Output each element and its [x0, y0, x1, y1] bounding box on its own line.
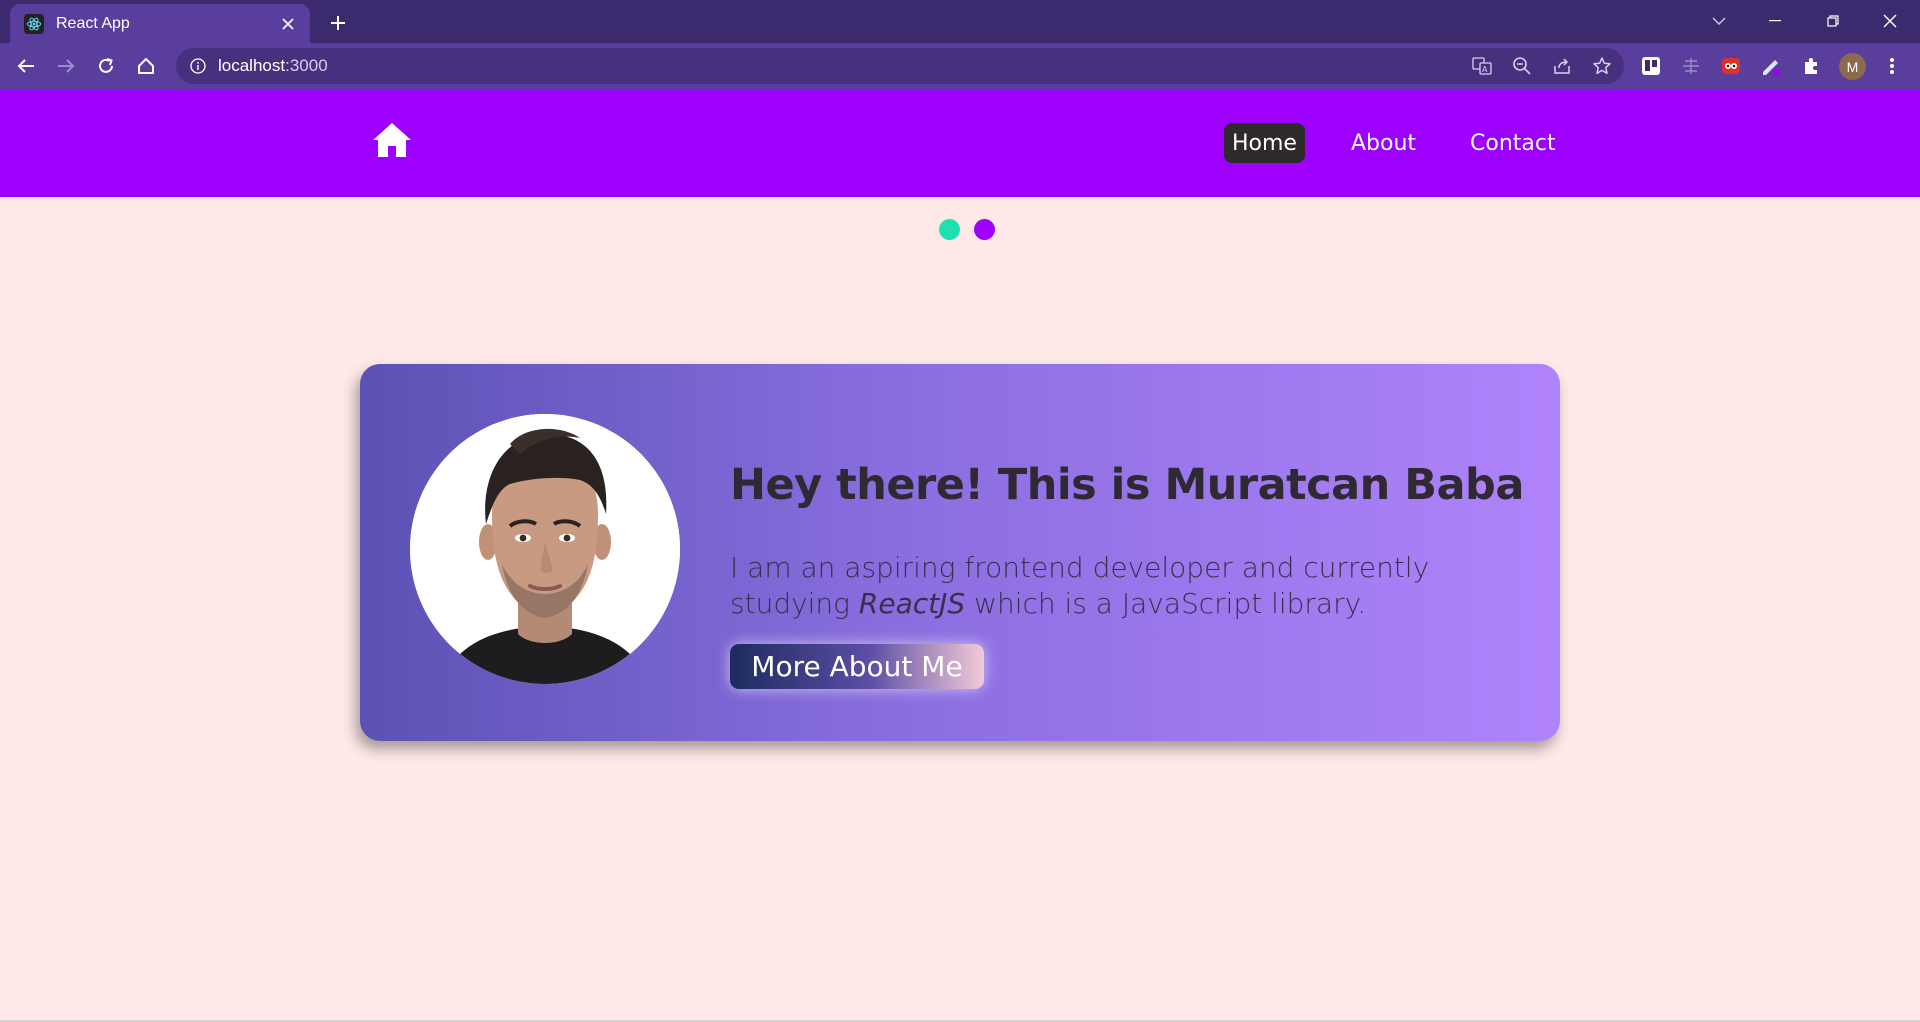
- indicator-dot-teal: [939, 219, 960, 240]
- nav-link-home[interactable]: Home: [1224, 123, 1305, 163]
- nav-link-contact[interactable]: Contact: [1462, 123, 1564, 163]
- extension-pen-icon[interactable]: [1757, 52, 1785, 80]
- home-logo-icon[interactable]: [372, 122, 412, 158]
- profile-photo: [410, 414, 680, 684]
- restore-icon[interactable]: [1810, 6, 1856, 36]
- browser-tab-strip: React App: [0, 0, 1920, 43]
- tab-search-icon[interactable]: [1696, 6, 1742, 36]
- zoom-out-icon[interactable]: [1510, 54, 1534, 78]
- more-about-me-button[interactable]: More About Me: [730, 644, 984, 689]
- react-favicon-icon: [24, 13, 44, 34]
- minimize-icon[interactable]: [1752, 6, 1798, 36]
- browser-toolbar: localhost:3000 A M: [0, 43, 1920, 89]
- home-icon[interactable]: [130, 50, 162, 82]
- extension-trello-icon[interactable]: [1637, 52, 1665, 80]
- share-icon[interactable]: [1550, 54, 1574, 78]
- url-text: localhost:3000: [218, 56, 328, 75]
- tab-title: React App: [56, 14, 130, 32]
- tab-close-icon[interactable]: [278, 14, 298, 34]
- hero-description: I am an aspiring frontend developer and …: [730, 551, 1430, 620]
- hero-card: Hey there! This is Muratcan Baba I am an…: [360, 364, 1560, 741]
- back-arrow-icon[interactable]: [10, 50, 42, 82]
- indicator-dot-purple: [974, 219, 995, 240]
- browser-menu-icon[interactable]: [1878, 52, 1906, 80]
- site-info-icon[interactable]: [188, 56, 208, 76]
- browser-tab[interactable]: React App: [10, 4, 310, 43]
- reload-icon[interactable]: [90, 50, 122, 82]
- extension-grid-icon[interactable]: [1677, 52, 1705, 80]
- hero-headline: Hey there! This is Muratcan Baba: [730, 460, 1524, 510]
- nav-link-about[interactable]: About: [1343, 123, 1424, 163]
- svg-text:A: A: [1482, 65, 1488, 74]
- forward-arrow-icon[interactable]: [50, 50, 82, 82]
- extensions-puzzle-icon[interactable]: [1797, 52, 1825, 80]
- profile-avatar[interactable]: M: [1839, 53, 1866, 80]
- close-window-icon[interactable]: [1867, 6, 1913, 36]
- extension-red-icon[interactable]: [1717, 52, 1745, 80]
- translate-icon[interactable]: A: [1470, 54, 1494, 78]
- bookmark-star-icon[interactable]: [1590, 54, 1614, 78]
- site-navbar: Home About Contact: [0, 89, 1920, 197]
- address-bar[interactable]: localhost:3000 A: [176, 48, 1624, 84]
- new-tab-button[interactable]: [324, 9, 352, 37]
